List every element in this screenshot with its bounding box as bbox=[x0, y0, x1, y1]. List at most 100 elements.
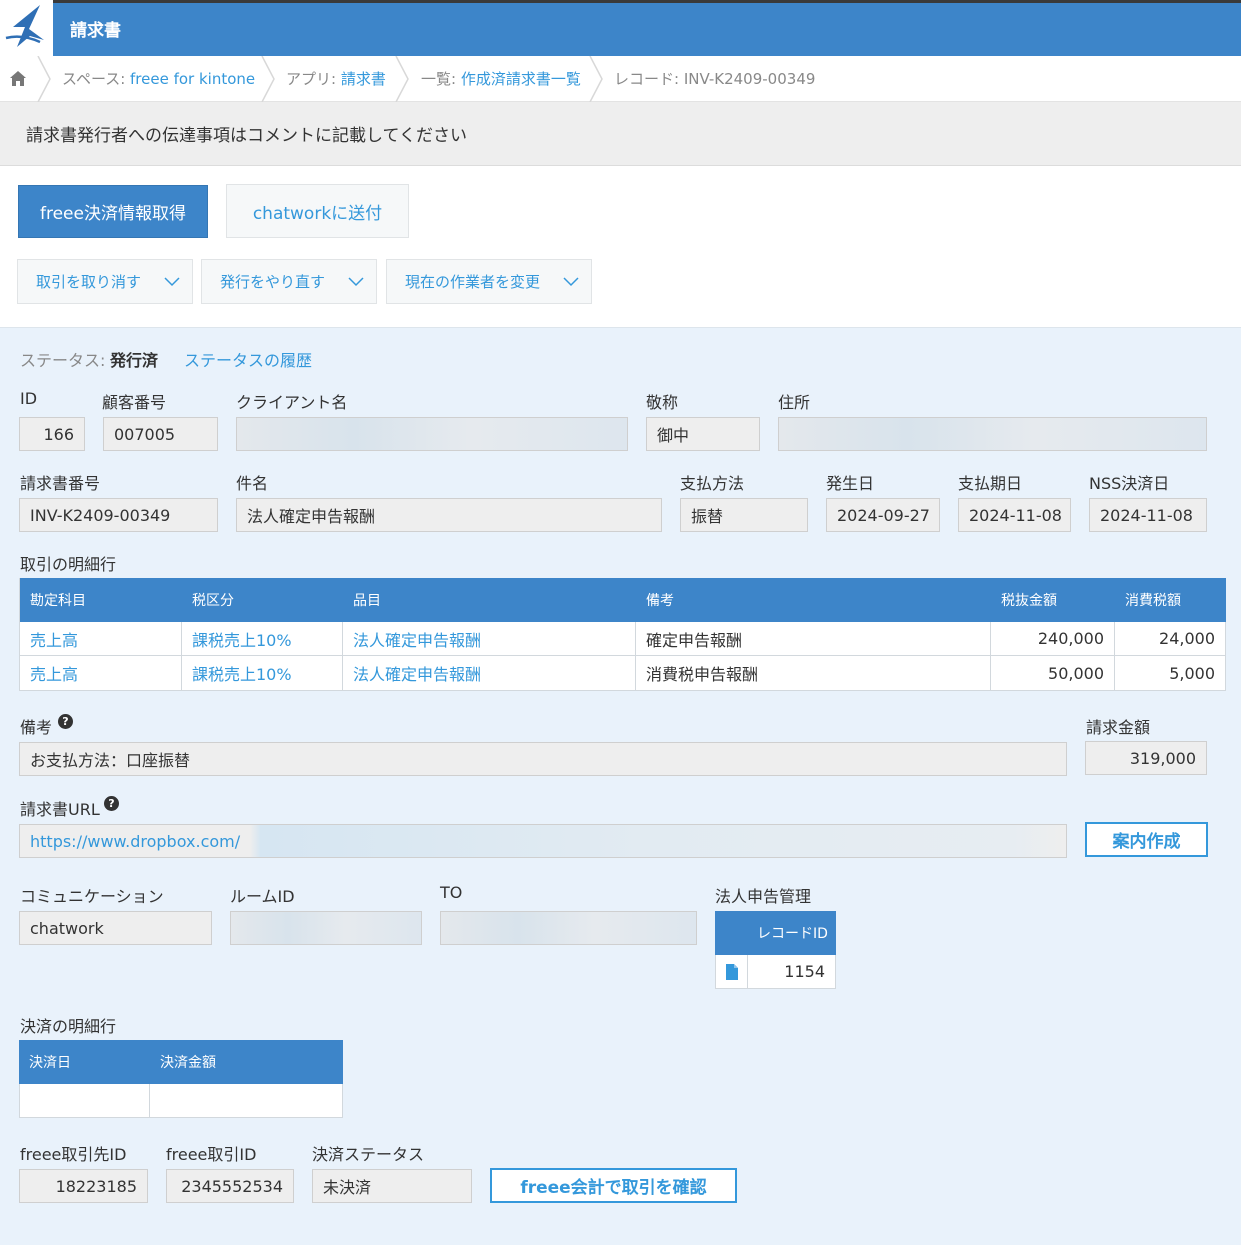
payment-method-field: 振替 bbox=[680, 498, 808, 532]
issue-date-label: 発生日 bbox=[826, 474, 875, 493]
dropdown-label: 現在の作業者を変更 bbox=[405, 273, 541, 291]
to-label: TO bbox=[440, 883, 463, 902]
chevron-down-icon bbox=[563, 277, 579, 287]
invoice-url-link[interactable]: https://www.dropbox.com/ bbox=[30, 832, 240, 851]
to-field bbox=[440, 911, 697, 945]
home-icon[interactable] bbox=[9, 70, 27, 87]
breadcrumb-app[interactable]: アプリ: 請求書 bbox=[286, 68, 386, 89]
invoice-no-label: 請求書番号 bbox=[20, 474, 101, 493]
id-label: ID bbox=[20, 389, 38, 408]
nss-date-field: 2024-11-08 bbox=[1089, 498, 1207, 532]
details-header-tax-amount: 消費税額 bbox=[1115, 578, 1226, 622]
details-title: 取引の明細行 bbox=[20, 555, 117, 574]
invoice-no-field: INV-K2409-00349 bbox=[19, 498, 218, 532]
remarks-label: 備考 bbox=[20, 718, 53, 737]
document-icon[interactable] bbox=[725, 963, 738, 980]
detail-cell-item[interactable]: 法人確定申告報酬 bbox=[343, 622, 636, 656]
details-header-item: 品目 bbox=[343, 578, 636, 622]
record-id-cell: 1154 bbox=[748, 955, 836, 989]
honorific-label: 敬称 bbox=[646, 393, 679, 412]
app-logo[interactable] bbox=[0, 0, 53, 56]
detail-cell-tax-amount: 24,000 bbox=[1115, 622, 1226, 656]
freee-partner-id-label: freee取引先ID bbox=[20, 1145, 127, 1164]
settlement-title: 決済の明細行 bbox=[20, 1017, 117, 1036]
dropdown-label: 発行をやり直す bbox=[220, 273, 326, 291]
change-assignee-dropdown[interactable]: 現在の作業者を変更 bbox=[386, 259, 592, 304]
due-date-label: 支払期日 bbox=[958, 474, 1023, 493]
customer-no-label: 顧客番号 bbox=[102, 393, 167, 412]
breadcrumb-separator bbox=[37, 56, 51, 102]
help-icon[interactable]: ? bbox=[58, 714, 73, 729]
breadcrumb-separator bbox=[395, 56, 409, 102]
notice-text: 請求書発行者への伝達事項はコメントに記載してください bbox=[26, 126, 467, 146]
breadcrumb-separator bbox=[261, 56, 275, 102]
kintone-logo-icon bbox=[5, 5, 44, 47]
invoice-url-field[interactable]: https://www.dropbox.com/ bbox=[19, 824, 1067, 858]
address-label: 住所 bbox=[778, 393, 811, 412]
id-field: 166 bbox=[19, 417, 85, 451]
settlement-header-amount: 決済金額 bbox=[150, 1040, 343, 1084]
app-title: 請求書 bbox=[70, 21, 121, 41]
freee-confirm-deal-button[interactable]: freee会計で取引を確認 bbox=[490, 1168, 737, 1203]
status-history-link[interactable]: ステータスの履歴 bbox=[184, 347, 312, 371]
customer-no-field: 007005 bbox=[103, 417, 218, 451]
details-table: 勘定科目 税区分 品目 備考 税抜金額 消費税額 売上高 課税売上10% 法人確… bbox=[19, 578, 1226, 691]
detail-cell-tax[interactable]: 課税売上10% bbox=[182, 656, 343, 691]
amount-field: 319,000 bbox=[1085, 741, 1207, 775]
detail-cell-account[interactable]: 売上高 bbox=[20, 622, 182, 656]
due-date-field: 2024-11-08 bbox=[958, 498, 1071, 532]
settlement-cell-date bbox=[19, 1084, 150, 1118]
detail-cell-tax[interactable]: 課税売上10% bbox=[182, 622, 343, 656]
details-header-account: 勘定科目 bbox=[20, 578, 182, 622]
settlement-cell-amount bbox=[150, 1084, 343, 1118]
chevron-down-icon bbox=[164, 277, 180, 287]
payment-status-field: 未決済 bbox=[312, 1169, 472, 1203]
create-guide-button[interactable]: 案内作成 bbox=[1085, 822, 1208, 857]
dropdown-label: 取引を取り消す bbox=[36, 273, 142, 291]
breadcrumb-space[interactable]: スペース: freee for kintone bbox=[62, 68, 255, 89]
payment-method-label: 支払方法 bbox=[680, 474, 745, 493]
remarks-field: お支払方法：口座振替 bbox=[19, 742, 1067, 776]
details-header-net: 税抜金額 bbox=[991, 578, 1115, 622]
nss-date-label: NSS決済日 bbox=[1089, 474, 1170, 493]
breadcrumb-list[interactable]: 一覧: 作成済請求書一覧 bbox=[421, 68, 581, 89]
chevron-down-icon bbox=[348, 277, 364, 287]
detail-cell-account[interactable]: 売上高 bbox=[20, 656, 182, 691]
communication-label: コミュニケーション bbox=[20, 887, 164, 906]
issue-date-field: 2024-09-27 bbox=[826, 498, 940, 532]
detail-cell-item[interactable]: 法人確定申告報酬 bbox=[343, 656, 636, 691]
subject-field: 法人確定申告報酬 bbox=[236, 498, 662, 532]
honorific-field: 御中 bbox=[646, 417, 760, 451]
address-field bbox=[778, 417, 1207, 451]
record-link-cell[interactable] bbox=[715, 955, 748, 989]
freee-payment-fetch-button[interactable]: freee決済情報取得 bbox=[18, 185, 208, 238]
amount-label: 請求金額 bbox=[1086, 718, 1151, 737]
detail-cell-tax-amount: 5,000 bbox=[1115, 656, 1226, 691]
client-name-label: クライアント名 bbox=[236, 393, 348, 412]
detail-cell-net: 240,000 bbox=[991, 622, 1115, 656]
detail-cell-net: 50,000 bbox=[991, 656, 1115, 691]
communication-field: chatwork bbox=[19, 911, 212, 945]
payment-status-label: 決済ステータス bbox=[312, 1145, 425, 1164]
client-name-field bbox=[236, 417, 628, 451]
invoice-url-label: 請求書URL bbox=[20, 800, 100, 819]
details-header-note: 備考 bbox=[636, 578, 991, 622]
room-id-field bbox=[230, 911, 422, 945]
reissue-dropdown[interactable]: 発行をやり直す bbox=[201, 259, 377, 304]
send-chatwork-button[interactable]: chatworkに送付 bbox=[226, 184, 409, 238]
status-label: ステータス: bbox=[20, 351, 106, 370]
corp-filing-label: 法人申告管理 bbox=[715, 887, 812, 906]
record-id-header: レコードID bbox=[715, 911, 836, 955]
freee-partner-id-field: 18223185 bbox=[19, 1169, 148, 1203]
breadcrumb-separator bbox=[589, 56, 603, 102]
subject-label: 件名 bbox=[236, 474, 269, 493]
details-header-tax: 税区分 bbox=[182, 578, 343, 622]
freee-deal-id-field: 2345552534 bbox=[166, 1169, 294, 1203]
cancel-deal-dropdown[interactable]: 取引を取り消す bbox=[17, 259, 193, 304]
room-id-label: ルームID bbox=[230, 887, 295, 906]
settlement-header-date: 決済日 bbox=[19, 1040, 150, 1084]
help-icon[interactable]: ? bbox=[104, 796, 119, 811]
freee-deal-id-label: freee取引ID bbox=[166, 1145, 257, 1164]
breadcrumb-record: レコード: INV-K2409-00349 bbox=[614, 70, 816, 88]
detail-cell-note: 確定申告報酬 bbox=[636, 622, 991, 656]
